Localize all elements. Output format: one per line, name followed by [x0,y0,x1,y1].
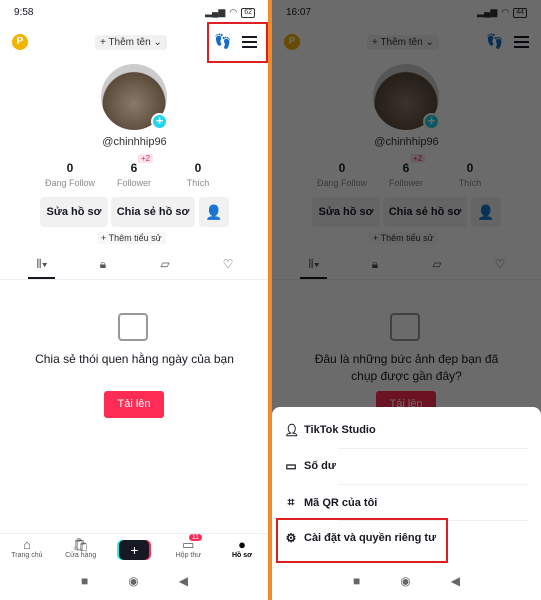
edit-profile-button[interactable]: Sửa hồ sơ [40,197,108,227]
empty-state-text: Chia sẻ thói quen hằng ngày của bạn [35,352,234,366]
add-avatar-icon[interactable]: + [151,113,168,130]
back-icon[interactable]: ◀ [451,574,460,588]
home-button-icon[interactable]: ◉ [400,574,410,588]
profile-icon: ● [238,537,247,552]
share-profile-button[interactable]: Chia sẻ hồ sơ [111,197,195,227]
add-bio-button[interactable]: + Thêm tiểu sử [97,232,166,244]
menu-item-tiktok-studio[interactable]: 👤︎ TikTok Studio [284,423,376,437]
menu-item-qr-code[interactable]: ⌗ Mã QR của tôi [284,495,378,510]
separator [338,484,528,485]
nav-label: Hồ sơ [232,552,253,559]
tab-videos[interactable]: ⦀▾ [27,257,57,272]
status-icons: ▂▄▆ ◠ 62 [205,7,255,18]
nav-inbox[interactable]: ▭ 11 Hộp thư [161,534,215,569]
profile-screen: 9:58 ▂▄▆ ◠ 62 P + Thêm tên ⌄ 👣 + @chinhhip… [0,0,269,600]
stat-followers[interactable]: 6 Follower [99,161,169,188]
tab-liked-icon[interactable]: ♡ [213,257,243,271]
profile-screen-menu-open: 16:07▂▄▆◠44P+ Thêm tên ⌄👣+@chinhhip96+20… [272,0,541,600]
studio-icon: 👤︎ [284,423,300,437]
stat-label: Follower [116,178,151,188]
nav-label: Hộp thư [175,552,201,559]
stat-value: 6 [130,161,138,175]
nav-shop[interactable]: 🛍︎ Cửa hàng [54,534,108,569]
inbox-icon: ▭ [182,537,195,552]
battery-icon: 62 [241,7,255,18]
username: @chinhhip96 [102,136,167,148]
tab-divider [0,279,269,280]
create-plus-icon: + [119,540,150,560]
system-nav: ■ ◉ ◀ [0,574,269,588]
nav-home[interactable]: ⌂ Trang chủ [0,534,54,569]
photo-icon [118,313,148,341]
stat-likes[interactable]: 0 Thích [163,161,233,188]
nav-profile[interactable]: ● Hồ sơ [215,534,269,569]
highlight-box [207,22,268,63]
menu-label: Số dư [304,460,336,472]
recents-icon[interactable]: ■ [81,574,88,588]
home-button-icon[interactable]: ◉ [128,574,138,588]
stat-following[interactable]: 0 Đang Follow [35,161,105,188]
nav-label: Trang chủ [11,552,43,559]
tab-reposts-icon[interactable]: ▱ [150,257,180,271]
lock-icon[interactable]: 🔒︎ [88,257,118,272]
menu-label: TikTok Studio [304,424,376,436]
shop-icon: 🛍︎ [72,537,89,552]
stat-label: Đang Follow [44,178,96,188]
stat-value: 0 [66,161,74,175]
points-badge[interactable]: P [12,34,28,50]
signal-icon: ▂▄▆ [205,7,226,17]
stat-value: 0 [194,161,202,175]
upload-button[interactable]: Tải lên [104,391,164,418]
menu-label: Mã QR của tôi [304,496,378,509]
status-time: 9:58 [14,7,34,18]
add-friend-icon[interactable]: 👤 [199,197,229,227]
separator [338,448,528,449]
nav-label: Cửa hàng [65,552,97,559]
menu-item-balance[interactable]: ▭ Số dư [284,459,336,473]
qr-icon: ⌗ [287,495,295,509]
highlight-box [276,518,448,563]
home-icon: ⌂ [22,537,31,552]
stat-label: Thích [186,178,210,188]
wifi-icon: ◠ [229,7,238,17]
recents-icon[interactable]: ■ [353,574,360,588]
add-name-button[interactable]: + Thêm tên ⌄ [95,35,167,50]
bottom-nav: ⌂ Trang chủ 🛍︎ Cửa hàng + ▭ 11 Hộp thư ● Hồ s… [0,533,269,569]
wallet-icon: ▭ [285,459,297,473]
menu-sheet: 👤︎ TikTok Studio ▭ Số dư ⌗ Mã QR của tôi ⚙ C… [272,407,541,600]
inbox-badge: 11 [188,534,203,541]
system-nav: ■ ◉ ◀ [272,574,541,588]
nav-create[interactable]: + [108,534,162,569]
back-icon[interactable]: ◀ [179,574,188,588]
